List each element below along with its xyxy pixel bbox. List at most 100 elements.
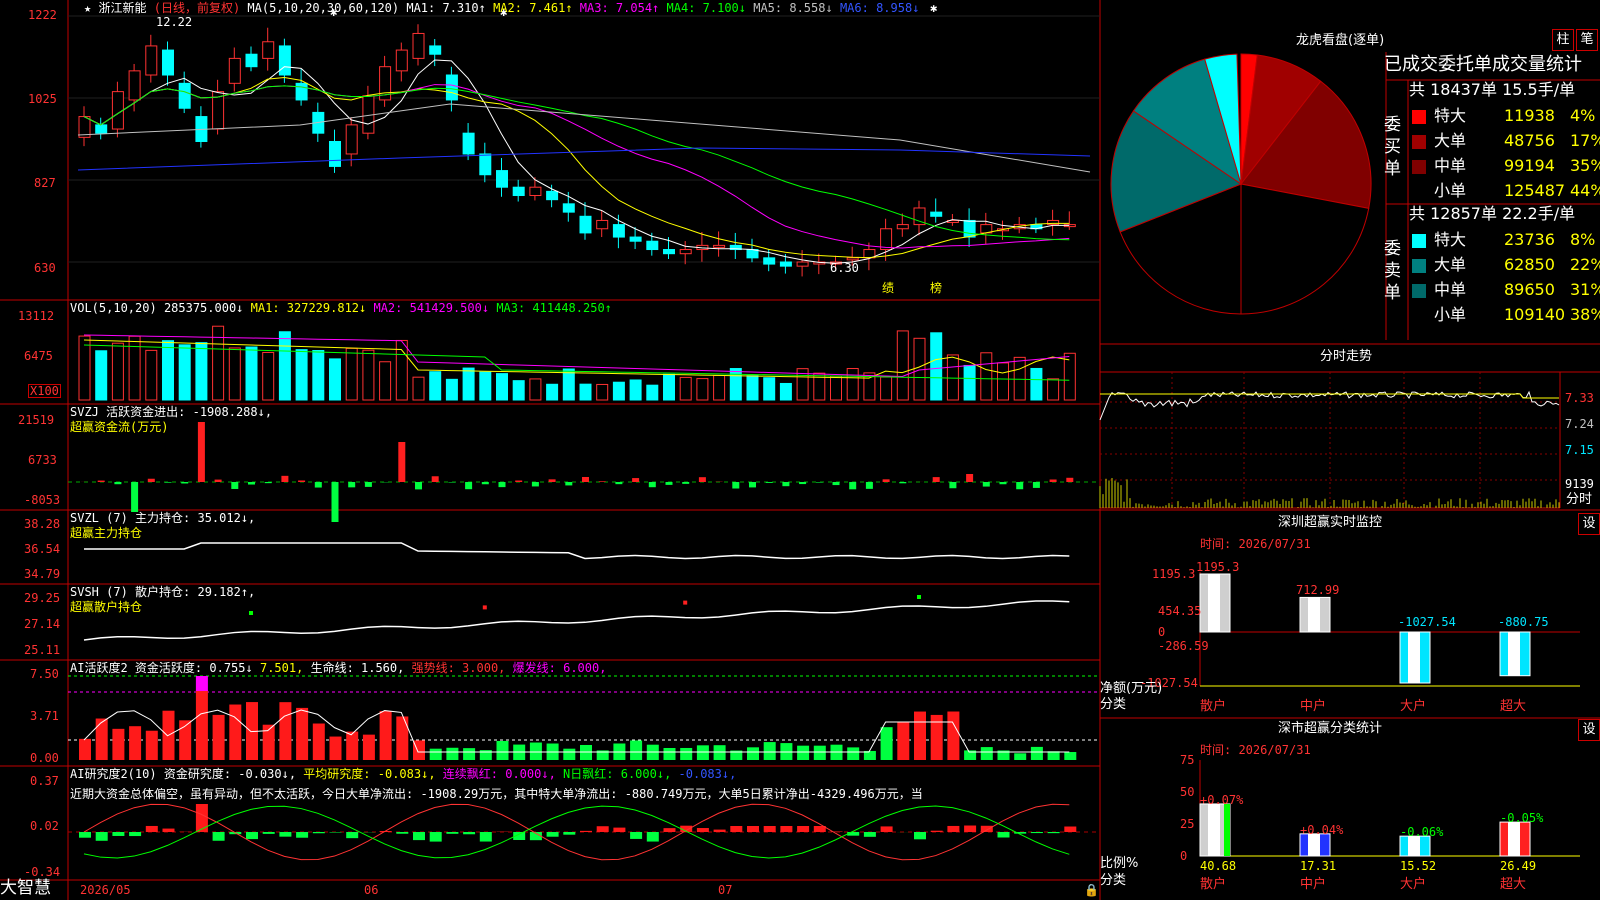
ai2-tick: -0.34	[24, 865, 61, 879]
monitor-bar-highlight	[1508, 632, 1520, 676]
vol-bar	[162, 340, 174, 401]
svzj-name: SVZJ	[70, 405, 99, 419]
candle-body	[629, 236, 642, 242]
ma6-value: MA6: 8.958↓	[839, 1, 920, 15]
stock-header: ★ 浙江新能 (日线，前复权) MA(5,10,20,30,60,120) MA…	[84, 2, 919, 14]
flow-bar	[498, 482, 506, 488]
flow-bar	[799, 482, 807, 485]
chart-canvas[interactable]: ✱ ✱ ✱	[0, 0, 1600, 900]
svzj-desc: 活跃资金进出: -1908.288↓,	[106, 405, 273, 419]
activity-bar	[980, 747, 993, 760]
research-bar	[296, 832, 309, 838]
svsh-line	[83, 600, 1070, 641]
legend-name: 中单	[1434, 280, 1467, 299]
activity-bar	[429, 748, 442, 760]
activity-bar	[847, 747, 860, 760]
flow-bar	[849, 482, 857, 490]
event-marker-2[interactable]: 榜	[930, 282, 942, 294]
low-mark: 6.30	[830, 261, 859, 275]
research-bar	[646, 832, 659, 842]
activity-bar	[897, 722, 910, 760]
stat-tick: 0	[1180, 849, 1188, 863]
stat-value-label: 40.68	[1200, 859, 1237, 873]
legend-value: 109140	[1504, 305, 1566, 324]
activity-bar	[563, 748, 576, 760]
research-bar	[713, 829, 726, 832]
legend-percent: 8%	[1570, 230, 1596, 249]
candle-body	[612, 224, 625, 238]
research-bar	[195, 804, 208, 832]
intraday-price-line	[1099, 390, 1560, 421]
research-bar	[346, 832, 359, 839]
vol-bar	[479, 371, 492, 401]
flow-bar	[732, 482, 740, 489]
research-bar	[212, 832, 225, 841]
legend-name: 小单	[1434, 181, 1467, 200]
vol-bar	[546, 383, 559, 401]
activity-bar	[813, 745, 826, 760]
stat-change-label: -0.06%	[1400, 825, 1444, 840]
svsh-tick: 29.25	[24, 591, 61, 605]
svzj-tick: 21519	[18, 413, 55, 427]
legend-value: 125487	[1504, 181, 1566, 200]
monitor-category: 超大	[1500, 699, 1527, 714]
ma60-line	[77, 103, 1091, 173]
legend-swatch	[1412, 160, 1426, 174]
lock-icon[interactable]: 🔒	[1084, 884, 1099, 896]
fenshi-tick: 7.15	[1565, 443, 1594, 457]
vol-value: 285375.000↓	[163, 301, 244, 315]
activity-bar	[696, 745, 709, 760]
candle-body	[412, 32, 425, 59]
activity-bar	[79, 738, 91, 760]
svzl-header: SVZL (7) 主力持仓: 35.012↓,	[70, 512, 255, 524]
buy-label: 委买单	[1384, 115, 1401, 179]
stat-bar-highlight	[1508, 822, 1520, 856]
activity-bar	[95, 718, 108, 760]
monitor-bar-highlight	[1408, 632, 1420, 683]
svsh-marker	[683, 600, 688, 605]
research-bar	[162, 828, 175, 832]
vol-bar	[228, 347, 241, 401]
monitor-settings-button[interactable]: 设	[1578, 513, 1600, 535]
activity-bar	[446, 747, 459, 760]
flow-bar	[114, 482, 122, 485]
monitor-category: 大户	[1400, 699, 1427, 714]
flow-bar	[682, 482, 690, 484]
tick-mode-button[interactable]: 笔	[1576, 29, 1598, 51]
vol-bar	[1030, 367, 1043, 401]
candle-body	[963, 219, 976, 238]
ai1-header: AI活跃度2 资金活跃度: 0.755↓ 7.501, 生命线: 1.560, …	[70, 662, 606, 674]
activity-bar	[463, 748, 476, 760]
flow-bar	[1049, 479, 1057, 482]
stat-settings-button[interactable]: 设	[1578, 719, 1600, 741]
monitor-category: 散户	[1200, 699, 1227, 714]
vol-bar	[896, 330, 909, 401]
research-bar	[429, 832, 442, 842]
event-marker-1[interactable]: 绩	[882, 282, 894, 294]
flow-bar	[882, 479, 890, 482]
vol-bar	[278, 331, 291, 401]
vol-ma2: MA2: 541429.500↓	[373, 301, 490, 315]
ma120-line	[77, 147, 1091, 171]
research-bar	[95, 832, 108, 841]
vol-bar	[596, 383, 609, 401]
bar-mode-button[interactable]: 柱	[1552, 29, 1574, 51]
legend-percent: 4%	[1570, 106, 1596, 125]
favorite-star-icon[interactable]: ★	[84, 1, 91, 15]
legend-value: 48756	[1504, 131, 1555, 150]
monitor-tick: 1195.3	[1152, 567, 1196, 581]
vol-bar	[379, 361, 392, 401]
monitor-bar-label: 712.99	[1296, 583, 1340, 598]
legend-percent: 35%	[1570, 156, 1600, 175]
flow-bar	[782, 482, 790, 487]
flow-bar	[348, 482, 356, 488]
activity-bar	[1014, 753, 1027, 760]
svsh-tick: 27.14	[24, 617, 61, 631]
ai2-c: 连续飘红: 0.000↓,	[442, 767, 556, 781]
candle-body	[496, 170, 508, 188]
research-bar	[79, 832, 91, 838]
activity-bar	[713, 745, 726, 760]
research-bar	[479, 832, 492, 842]
activity-bar	[797, 745, 810, 760]
period-mode[interactable]: (日线，前复权)	[154, 1, 240, 15]
